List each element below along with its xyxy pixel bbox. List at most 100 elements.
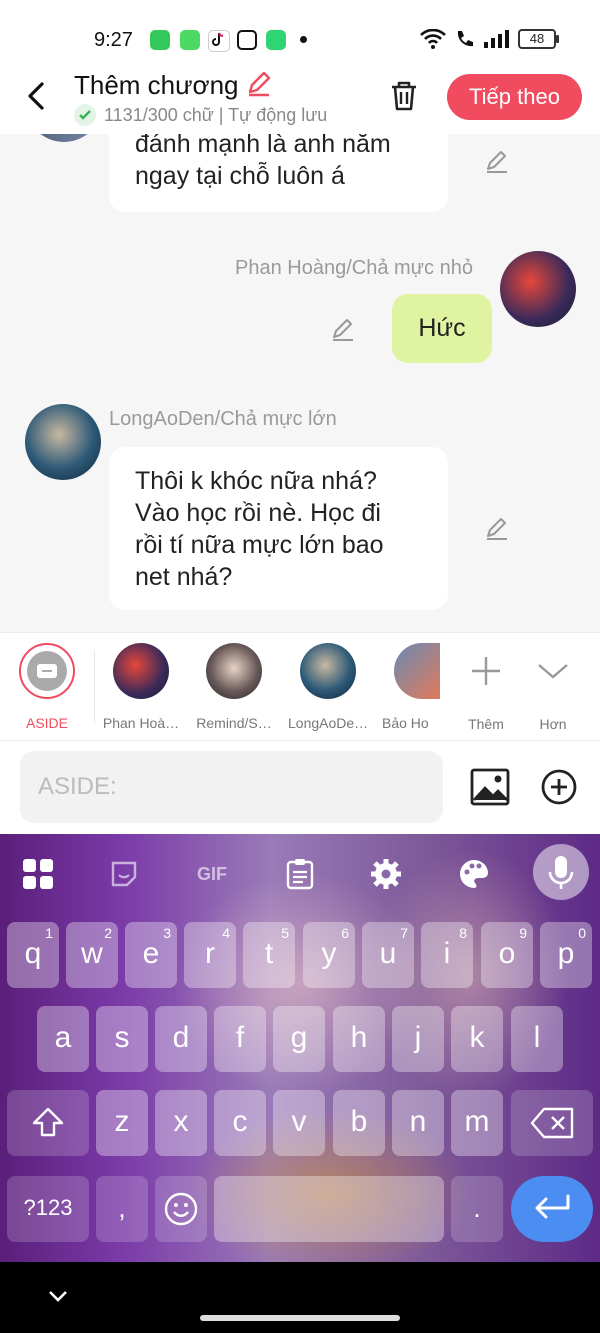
messages-notification-icon xyxy=(180,30,200,50)
character-name: Remind/S… xyxy=(196,715,272,731)
message-line: rồi tí nữa mực lớn bao xyxy=(135,531,384,559)
enter-arrow-icon xyxy=(535,1194,570,1219)
settings-gear-icon[interactable] xyxy=(366,854,406,894)
hide-keyboard-button[interactable] xyxy=(46,1286,70,1311)
character-item[interactable]: LongAoDe… xyxy=(288,643,368,731)
status-icons: 48 xyxy=(420,28,559,50)
space-bar[interactable] xyxy=(214,1176,444,1242)
app-icon xyxy=(266,30,286,50)
app-notification-icon xyxy=(150,30,170,50)
sender-name: Phan Hoàng/Chả mực nhỏ xyxy=(235,257,473,279)
edit-message-icon[interactable] xyxy=(484,515,510,546)
trash-icon xyxy=(392,81,416,111)
key-d[interactable]: d xyxy=(155,1006,207,1072)
character-name: Phan Hoà… xyxy=(102,715,180,731)
character-name: Bảo Ho xyxy=(382,715,429,731)
key-k[interactable]: k xyxy=(451,1006,503,1072)
divider xyxy=(94,651,95,723)
insert-image-button[interactable] xyxy=(470,768,510,811)
more-notifications-dot xyxy=(300,36,307,43)
key-x[interactable]: x xyxy=(155,1090,207,1156)
enter-key[interactable] xyxy=(511,1176,593,1242)
subtitle-text: 1131/300 chữ | Tự động lưu xyxy=(104,104,328,125)
key-j[interactable]: j xyxy=(392,1006,444,1072)
header: Thêm chương 1131/300 chữ | Tự động lưu T… xyxy=(0,60,600,134)
key-z[interactable]: z xyxy=(96,1090,148,1156)
back-arrow-icon xyxy=(28,82,44,110)
key-p[interactable]: p0 xyxy=(540,922,592,988)
edit-message-icon[interactable] xyxy=(330,316,356,347)
key-g[interactable]: g xyxy=(273,1006,325,1072)
tiktok-icon xyxy=(208,30,230,52)
edit-title-icon[interactable] xyxy=(245,70,273,103)
key-t[interactable]: t5 xyxy=(243,922,295,988)
delete-button[interactable] xyxy=(386,78,422,119)
microphone-icon xyxy=(548,856,574,889)
sticker-icon[interactable] xyxy=(104,854,144,894)
emoji-icon xyxy=(164,1192,198,1226)
avatar xyxy=(500,251,576,327)
key-e[interactable]: e3 xyxy=(125,922,177,988)
image-icon xyxy=(470,768,510,806)
shift-icon xyxy=(32,1107,64,1137)
character-aside[interactable]: ASIDE xyxy=(7,643,87,731)
key-m[interactable]: m xyxy=(451,1090,503,1156)
expand-label: Hơn xyxy=(539,716,567,732)
message-bubble-self[interactable]: Hức xyxy=(392,294,492,363)
key-v[interactable]: v xyxy=(273,1090,325,1156)
key-s[interactable]: s xyxy=(96,1006,148,1072)
shift-key[interactable] xyxy=(7,1090,89,1156)
key-o[interactable]: o9 xyxy=(481,922,533,988)
gif-button[interactable]: GIF xyxy=(192,854,232,894)
chevron-down-icon xyxy=(538,664,568,679)
key-i[interactable]: i8 xyxy=(421,922,473,988)
message-line: ngay tại chỗ luôn á xyxy=(135,162,345,190)
character-avatar xyxy=(206,643,262,699)
key-b[interactable]: b xyxy=(333,1090,385,1156)
back-button[interactable] xyxy=(22,78,52,114)
next-button[interactable]: Tiếp theo xyxy=(447,74,582,120)
key-h[interactable]: h xyxy=(333,1006,385,1072)
message-bubble[interactable]: đánh mạnh là anh nằm ngay tại chỗ luôn á xyxy=(109,134,448,212)
chat-area[interactable]: đánh mạnh là anh nằm ngay tại chỗ luôn á… xyxy=(0,134,600,632)
key-c[interactable]: c xyxy=(214,1090,266,1156)
message-line: đánh mạnh là anh nằm xyxy=(135,134,391,158)
theme-palette-icon[interactable] xyxy=(454,854,494,894)
character-avatar xyxy=(394,643,440,699)
character-avatar xyxy=(300,643,356,699)
key-r[interactable]: r4 xyxy=(184,922,236,988)
message-bubble[interactable]: Thôi k khóc nữa nhá? Vào học rồi nè. Học… xyxy=(109,447,448,610)
apps-grid-icon[interactable] xyxy=(18,854,58,894)
key-a[interactable]: a xyxy=(37,1006,89,1072)
message-input[interactable] xyxy=(20,751,443,823)
call-icon xyxy=(457,31,473,47)
key-q[interactable]: q1 xyxy=(7,922,59,988)
clipboard-icon[interactable] xyxy=(280,854,320,894)
message-line: Vào học rồi nè. Học đi xyxy=(135,499,381,527)
key-u[interactable]: u7 xyxy=(362,922,414,988)
word-count-status: 1131/300 chữ | Tự động lưu xyxy=(74,104,327,126)
key-n[interactable]: n xyxy=(392,1090,444,1156)
add-button[interactable] xyxy=(541,769,577,810)
character-item[interactable]: Phan Hoà… xyxy=(101,643,181,731)
key-y[interactable]: y6 xyxy=(303,922,355,988)
system-nav-bar xyxy=(0,1262,600,1333)
expand-characters-button[interactable]: Hơn xyxy=(513,643,593,732)
page-title: Thêm chương xyxy=(74,70,239,100)
character-item[interactable]: Remind/S… xyxy=(194,643,274,731)
plus-circle-icon xyxy=(541,769,577,805)
character-item[interactable]: Bảo Ho xyxy=(382,643,440,731)
comma-key[interactable]: , xyxy=(96,1176,148,1242)
key-w[interactable]: w2 xyxy=(66,922,118,988)
period-key[interactable]: . xyxy=(451,1176,503,1242)
key-f[interactable]: f xyxy=(214,1006,266,1072)
symbols-key[interactable]: ?123 xyxy=(7,1176,89,1242)
message-line: net nhá? xyxy=(135,563,233,591)
voice-input-button[interactable] xyxy=(533,844,589,900)
home-indicator[interactable] xyxy=(200,1315,400,1321)
wifi-icon xyxy=(420,29,446,49)
key-l[interactable]: l xyxy=(511,1006,563,1072)
emoji-key[interactable] xyxy=(155,1176,207,1242)
backspace-key[interactable] xyxy=(511,1090,593,1156)
edit-message-icon[interactable] xyxy=(484,148,510,179)
